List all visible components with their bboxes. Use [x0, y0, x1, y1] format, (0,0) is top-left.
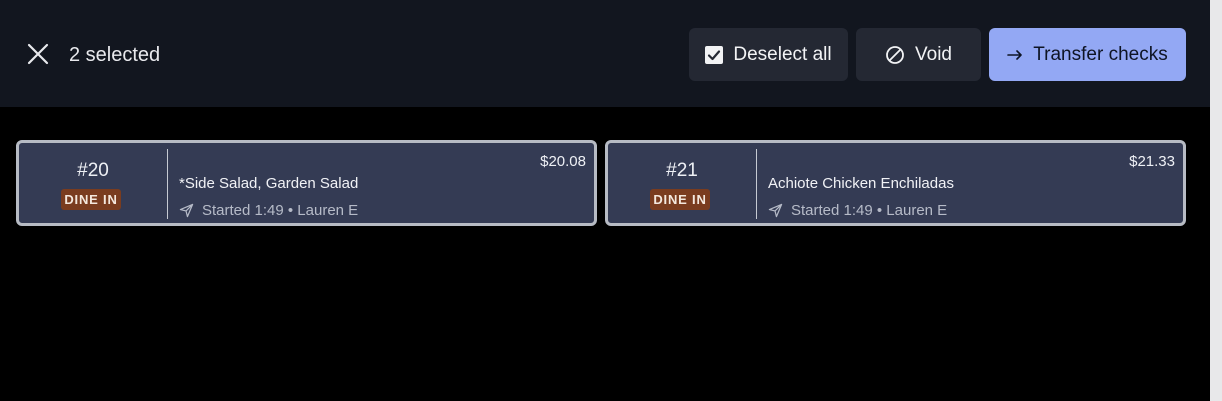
- order-type-badge: DINE IN: [650, 189, 710, 210]
- transfer-checks-label: Transfer checks: [1033, 43, 1168, 65]
- check-card[interactable]: #21 DINE IN $21.33 Achiote Chicken Enchi…: [605, 140, 1186, 226]
- void-icon: [885, 45, 905, 65]
- deselect-all-button[interactable]: Deselect all: [689, 28, 848, 81]
- checkbox-checked-icon: [705, 45, 724, 64]
- check-number-section: #20 DINE IN: [19, 143, 167, 223]
- close-selection-button[interactable]: [22, 38, 54, 70]
- check-number: #21: [666, 160, 698, 181]
- check-number-section: #21 DINE IN: [608, 143, 756, 223]
- scrollbar-track: [1210, 0, 1222, 401]
- arrow-right-icon: [1007, 49, 1023, 61]
- check-status: Started 1:49 • Lauren E: [768, 202, 947, 219]
- send-icon: [768, 203, 783, 218]
- check-status: Started 1:49 • Lauren E: [179, 202, 358, 219]
- check-items: *Side Salad, Garden Salad: [179, 175, 359, 192]
- send-icon: [179, 203, 194, 218]
- check-status-text: Started 1:49 • Lauren E: [202, 202, 359, 219]
- check-price: $21.33: [1129, 153, 1175, 170]
- selection-toolbar: 2 selected Deselect all Void Transfer ch…: [0, 0, 1210, 107]
- void-button[interactable]: Void: [856, 28, 981, 81]
- divider: [756, 149, 757, 219]
- divider: [167, 149, 168, 219]
- order-type-badge: DINE IN: [61, 189, 121, 210]
- deselect-all-label: Deselect all: [733, 43, 832, 65]
- check-number: #20: [77, 160, 109, 181]
- void-label: Void: [915, 43, 952, 65]
- check-items: Achiote Chicken Enchiladas: [768, 175, 954, 192]
- check-status-text: Started 1:49 • Lauren E: [791, 202, 948, 219]
- close-icon: [27, 43, 49, 65]
- check-card[interactable]: #20 DINE IN $20.08 *Side Salad, Garden S…: [16, 140, 597, 226]
- selected-count: 2 selected: [69, 44, 161, 66]
- check-price: $20.08: [540, 153, 586, 170]
- transfer-checks-button[interactable]: Transfer checks: [989, 28, 1186, 81]
